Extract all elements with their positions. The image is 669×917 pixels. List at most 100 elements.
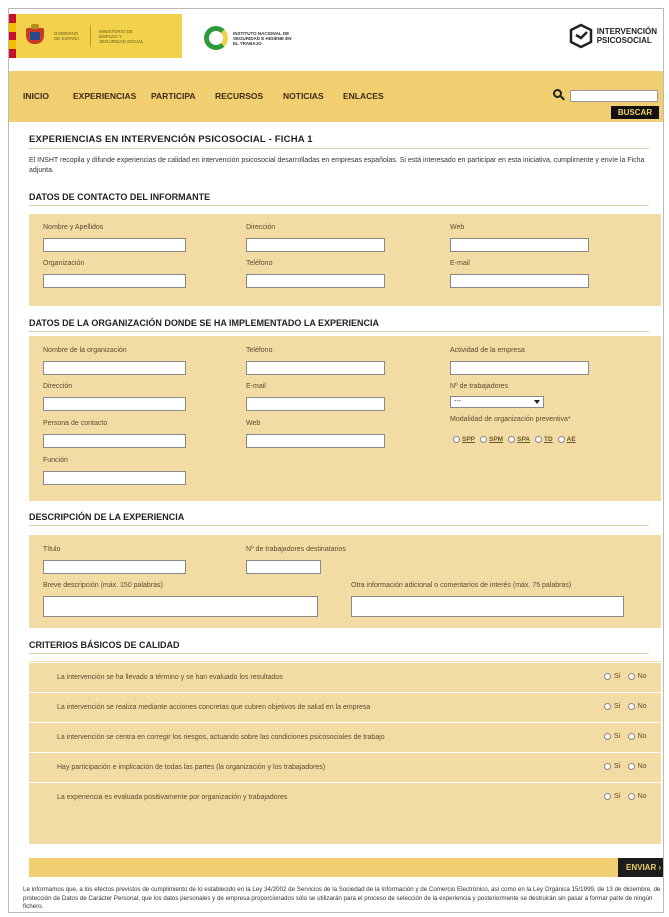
criteria-question: La intervención se realiza mediante acci… [57,704,371,711]
nav-item-inicio[interactable]: INICIO [23,91,49,101]
modality-radio-group: SPP SPM SPA TD AE [453,436,581,443]
submit-bar [29,858,625,877]
email-label: E-mail [450,260,470,267]
radio-no[interactable] [627,703,635,710]
chevron-right-icon: › [658,863,662,872]
contact-email-input[interactable] [450,274,589,288]
other-info-label: Otra información adicional o comentarios… [351,582,572,589]
experience-panel: Título Nº de trabajadores destinatarios … [29,535,661,628]
criteria-question: La intervención se centra en corregir lo… [57,734,385,741]
intervencion-psicosocial-logo[interactable]: INTERVENCIÓN PSICOSOCIAL [568,23,657,49]
org-name-input[interactable] [43,361,186,375]
search-button[interactable]: BUSCAR [611,106,659,119]
link-spm[interactable]: SPM [489,436,503,443]
brief-textarea[interactable] [43,596,318,617]
nav-item-noticias[interactable]: NOTICIAS [283,91,324,101]
contact-phone-input[interactable] [246,274,385,288]
contact-person-label: Persona de contacto [43,420,108,427]
organization-heading: DATOS DE LA ORGANIZACIÓN DONDE SE HA IMP… [29,318,380,328]
radio-no[interactable] [627,733,635,740]
contact-name-input[interactable] [43,238,186,252]
page-title: EXPERIENCIAS EN INTERVENCIÓN PSICOSOCIAL… [29,134,313,145]
insht-logo[interactable]: Instituto Nacional de Seguridad e Higien… [204,26,295,50]
criteria-question: La intervención se ha llevado a término … [57,674,283,681]
radio-yes[interactable] [604,703,611,710]
experience-heading: DESCRIPCIÓN DE LA EXPERIENCIA [29,512,185,522]
search-input[interactable] [570,90,658,102]
nav-item-enlaces[interactable]: ENLACES [343,91,384,101]
org-name-label: Nombre de la organización [43,347,127,354]
cube-logo-icon [569,23,592,49]
radio-spp[interactable] [453,436,460,443]
criteria-row: Hay participación e implicación de todas… [29,752,661,782]
criteria-question: Hay participación e implicación de todas… [57,764,326,771]
radio-td[interactable] [535,436,542,443]
org-phone-input[interactable] [246,361,385,375]
contact-heading: DATOS DE CONTACTO DEL INFORMANTE [29,192,211,202]
government-logo[interactable]: Gobierno de España Ministerio de Empleo … [9,14,182,58]
org-address-input[interactable] [43,397,186,411]
address-label: Dirección [246,224,276,231]
radio-yes[interactable] [604,673,611,680]
activity-input[interactable] [450,361,589,375]
function-label: Función [43,457,68,464]
org-web-input[interactable] [246,434,385,448]
organization-panel: Nombre de la organización Teléfono Activ… [29,336,661,501]
name-label: Nombre y Apellidos [43,224,104,231]
exp-title-input[interactable] [43,560,186,574]
org-email-input[interactable] [246,397,385,411]
org-phone-label: Teléfono [246,347,273,354]
modality-label: Modalidad de organización preventiva* [450,416,571,423]
radio-ae[interactable] [557,436,565,443]
other-info-textarea[interactable] [351,596,624,617]
criteria-row: La intervención se ha llevado a término … [29,662,661,692]
criteria-row: La intervención se centra en corregir lo… [29,722,661,752]
contact-person-input[interactable] [43,434,186,448]
ministry-label: Ministerio de Empleo y Seguridad Social [99,28,144,44]
contact-panel: Nombre y Apellidos Dirección Web Organiz… [29,214,661,306]
search-icon [553,89,565,101]
radio-spm[interactable] [480,436,488,443]
link-ae[interactable]: AE [567,436,576,443]
radio-yes[interactable] [604,793,611,800]
nav-item-experiencias[interactable]: EXPERIENCIAS [73,91,136,101]
nav-item-recursos[interactable]: RECURSOS [215,91,263,101]
link-td[interactable]: TD [544,436,553,443]
nav-item-participa[interactable]: PARTICIPA [151,91,196,101]
workers-label: Nº de trabajadores [450,383,509,390]
workers-selected-value: --- [454,398,461,405]
page-frame: Gobierno de España Ministerio de Empleo … [8,8,664,913]
insht-ring-icon [204,26,228,50]
phone-label: Teléfono [246,260,273,267]
org-address-label: Dirección [43,383,73,390]
legal-notice: Le informamos que, a los efectos previst… [23,886,661,910]
workers-select[interactable]: --- [450,396,544,408]
org-email-label: E-mail [246,383,266,390]
contact-org-input[interactable] [43,274,186,288]
main-nav: INICIO EXPERIENCIAS PARTICIPA RECURSOS N… [9,71,663,122]
criteria-question: La experiencia es evaluada positivamente… [57,794,288,801]
exp-workers-input[interactable] [246,560,321,574]
function-input[interactable] [43,471,186,485]
link-spa[interactable]: SPA [517,436,530,443]
spain-flag-icon [9,14,16,58]
radio-yes[interactable] [604,763,611,770]
exp-title-label: Título [43,546,61,553]
chevron-down-icon [534,400,540,404]
criteria-row: La intervención se realiza mediante acci… [29,692,661,722]
link-spp[interactable]: SPP [462,436,475,443]
contact-address-input[interactable] [246,238,385,252]
activity-label: Actividad de la empresa [450,347,525,354]
intro-text: El INSHT recopila y difunde experiencias… [29,157,645,174]
radio-no[interactable] [627,793,635,800]
ip-line2: PSICOSOCIAL [596,36,652,45]
contact-web-input[interactable] [450,238,589,252]
ip-line1: INTERVENCIÓN [596,27,657,36]
radio-spa[interactable] [508,436,516,443]
radio-yes[interactable] [604,733,611,740]
gov-label: Gobierno de España [54,31,80,41]
submit-button[interactable]: ENVIAR › [618,858,663,877]
radio-no[interactable] [627,673,635,680]
radio-no[interactable] [627,763,635,770]
org-web-label: Web [246,420,261,427]
